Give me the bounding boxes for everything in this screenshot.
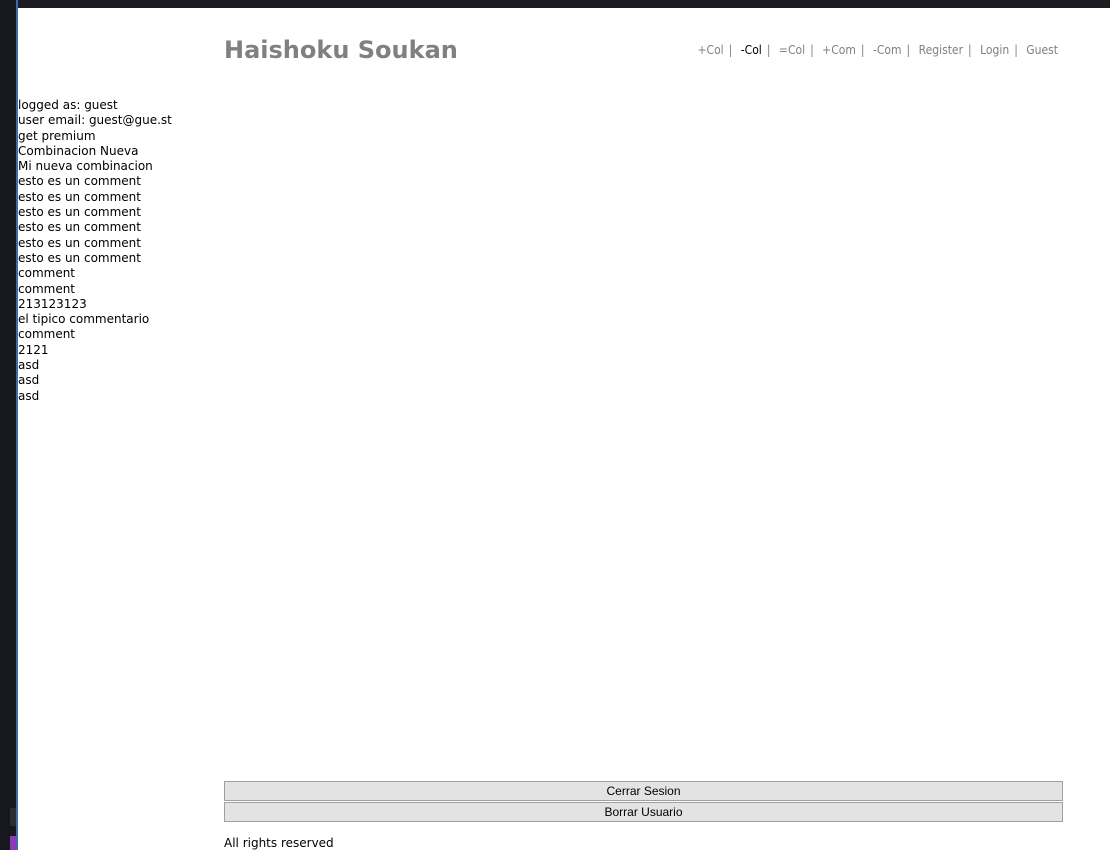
nav-add-combination[interactable]: +Com — [822, 43, 856, 57]
user-sidebar: logged as: guest user email: guest@gue.s… — [18, 98, 208, 404]
nav-separator: | — [766, 43, 771, 57]
nav-login[interactable]: Login — [980, 43, 1009, 57]
nav-separator: | — [860, 43, 865, 57]
comment-item: esto es un comment — [18, 205, 141, 220]
comment-item: el tipico commentario — [18, 312, 150, 327]
comment-item: esto es un comment — [18, 250, 141, 265]
background-window-edge — [0, 0, 18, 850]
comment-item: esto es un comment — [18, 220, 141, 235]
nav-remove-combination[interactable]: -Com — [873, 43, 902, 57]
comment-item: comment — [18, 266, 76, 281]
user-email-label: user email: guest@gue.st — [18, 113, 172, 128]
comment-item: esto es un comment — [18, 189, 141, 204]
nav-separator: | — [728, 43, 733, 57]
nav-compare-color[interactable]: =Col — [779, 43, 805, 57]
comment-item: esto es un comment — [18, 235, 141, 250]
nav-separator: | — [810, 43, 814, 57]
comment-item: comment — [18, 327, 76, 342]
comment-item: comment — [18, 281, 76, 296]
nav-separator: | — [906, 43, 911, 57]
browser-bookmarks-bar — [0, 0, 1110, 8]
footer-copyright: All rights reserved — [224, 836, 334, 850]
comment-item: 213123123 — [18, 296, 87, 311]
nav-guest[interactable]: Guest — [1026, 43, 1058, 57]
combination-item[interactable]: Mi nueva combinacion — [18, 159, 208, 174]
nav-separator: | — [1014, 43, 1018, 57]
get-premium-link[interactable]: get premium — [18, 129, 208, 144]
taskbar-app-icon — [10, 836, 16, 850]
comment-item: esto es un comment — [18, 174, 141, 189]
site-title: Haishoku Soukan — [224, 36, 458, 64]
comment-item: 2121 — [18, 342, 49, 357]
taskbar-item — [10, 808, 16, 826]
nav-add-color[interactable]: +Col — [697, 43, 723, 57]
logged-as-label: logged as: guest — [18, 98, 118, 112]
comment-item: asd — [18, 388, 40, 403]
top-navigation: +Col | -Col | =Col | +Com | -Com | Register | … — [697, 43, 1058, 57]
nav-remove-color[interactable]: -Col — [741, 43, 762, 57]
new-combination-link[interactable]: Combinacion Nueva — [18, 144, 208, 159]
comment-item: asd — [18, 373, 40, 388]
nav-register[interactable]: Register — [919, 43, 963, 57]
nav-separator: | — [968, 43, 972, 57]
delete-user-button[interactable]: Borrar Usuario — [224, 802, 1063, 822]
logout-button[interactable]: Cerrar Sesion — [224, 781, 1063, 801]
comment-item: asd — [18, 358, 40, 373]
